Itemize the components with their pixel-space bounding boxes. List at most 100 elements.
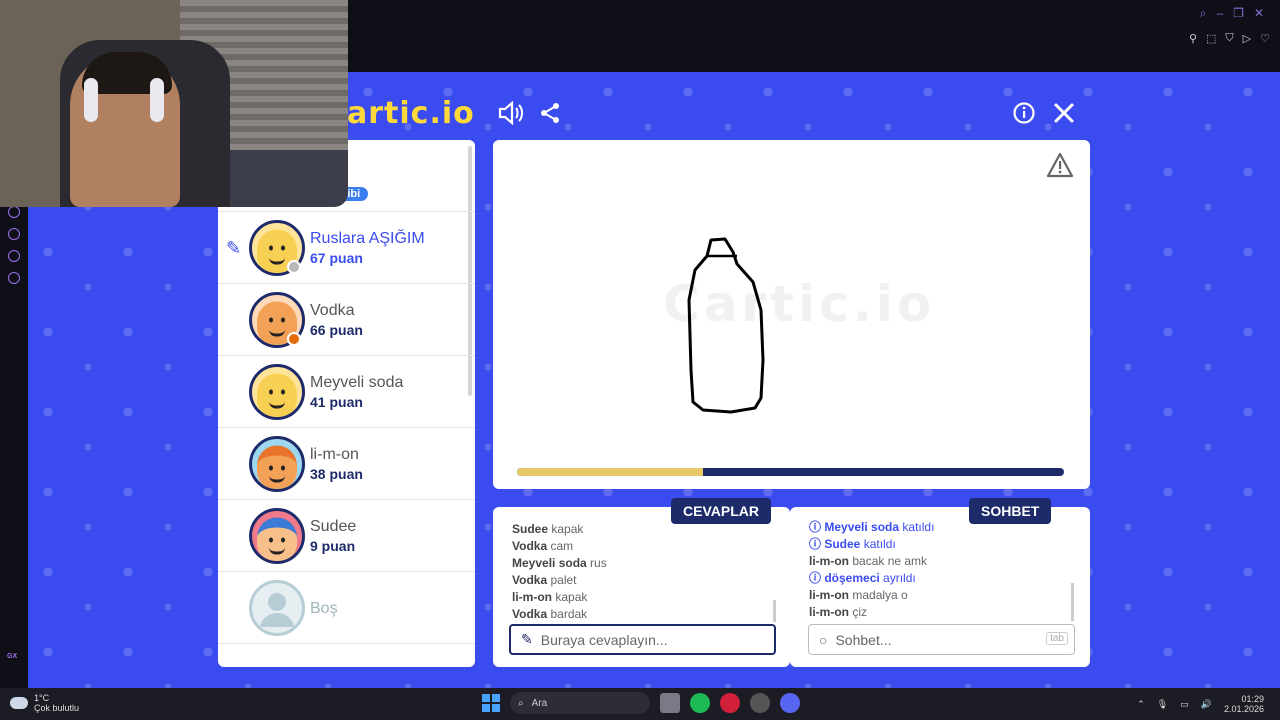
taskbar-search[interactable]: ⌕ Ara [510, 692, 650, 714]
status-dot [287, 260, 301, 274]
list-item: Vodka cam [512, 539, 574, 553]
player-name: Sudee [310, 518, 357, 535]
list-item: Meyveli soda rus [512, 556, 607, 570]
list-item: li-m-on çiz [809, 605, 868, 619]
discord-icon[interactable] [780, 693, 800, 713]
avatar-face [257, 373, 297, 417]
report-warning-icon[interactable] [1046, 152, 1074, 178]
player-row[interactable]: Sudee 9 puan [218, 500, 475, 572]
opera-gx-icon[interactable] [720, 693, 740, 713]
chat-placeholder: Sohbet... [835, 631, 892, 648]
obs-icon[interactable] [750, 693, 770, 713]
player-row[interactable]: ✎ Ruslara AŞIĞIM 67 puan [218, 212, 475, 284]
microphone-icon[interactable]: 🎙 [1157, 699, 1168, 710]
clock[interactable]: 01:29 2.01.2026 [1224, 694, 1264, 714]
player-row[interactable]: li-m-on 38 puan [218, 428, 475, 500]
chat-scrollbar[interactable] [1071, 583, 1074, 621]
list-item: li-m-on bacak ne amk [809, 554, 928, 568]
window-controls: ⌕ – ❐ ✕ [1200, 6, 1264, 21]
list-item: li-m-on kapak [512, 590, 588, 604]
round-timer-fill [517, 468, 703, 476]
shield-icon[interactable]: ⛉ [1225, 32, 1233, 45]
player-name: Vodka [310, 302, 355, 319]
cloud-icon [10, 697, 28, 709]
minimize-icon[interactable]: – [1216, 6, 1223, 21]
gx-label: GX [7, 653, 18, 660]
weather-text: Çok bulutlu [34, 703, 80, 713]
user-placeholder-icon [260, 593, 294, 627]
search-icon: ⌕ [518, 697, 524, 709]
chat-panel: SOHBET ⓘ Meyveli soda katıldı ⓘ Sudee ka… [790, 498, 1090, 667]
taskbar-apps: ⌕ Ara [482, 692, 800, 714]
tray-chevron-icon[interactable]: ⌃ [1137, 699, 1145, 710]
list-item: Sudee kapak [512, 522, 584, 536]
close-window-icon[interactable]: ✕ [1254, 6, 1264, 21]
temperature: 1°C [34, 693, 50, 703]
network-icon[interactable]: ▭ [1180, 699, 1189, 710]
list-item: ⓘ Sudee katıldı [809, 537, 896, 551]
drawing-pencil-icon: ✎ [226, 238, 242, 258]
pencil-icon: ✎ [521, 631, 533, 647]
chat-input[interactable]: ○ Sohbet... tab [808, 624, 1075, 655]
heart-icon[interactable]: ♡ [1260, 32, 1270, 45]
player-score: 41 puan [310, 394, 363, 410]
close-icon[interactable] [1053, 102, 1075, 124]
answers-panel: CEVAPLAR Sudee kapak Vodka cam Meyveli s… [493, 498, 790, 667]
answer-input[interactable]: ✎ Buraya cevaplayın... [509, 624, 776, 655]
avatar-face [257, 445, 297, 489]
answers-list: Sudee kapak Vodka cam Meyveli soda rus V… [512, 521, 770, 623]
list-item: ⓘ döşemeci ayrıldı [809, 571, 916, 585]
list-item: Vodka palet [512, 573, 577, 587]
player-row[interactable]: Meyveli soda 41 puan [218, 356, 475, 428]
empty-slot: Boş [218, 572, 475, 644]
answers-scrollbar[interactable] [773, 600, 776, 622]
chat-bubble-icon: ○ [819, 631, 828, 648]
desk [230, 150, 348, 207]
windows-start-icon[interactable] [482, 694, 500, 712]
player-name: Meyveli soda [310, 374, 404, 391]
extensions-icon[interactable] [8, 250, 20, 262]
answer-placeholder: Buraya cevaplayın... [540, 631, 668, 648]
play-icon[interactable]: ▷ [1243, 32, 1251, 45]
taskbar: 1°C Çok bulutlu ⌕ Ara ⌃ 🎙 ▭ 🔊 01:29 2.01… [0, 688, 1280, 720]
drawing-canvas[interactable]: Cartic.io [493, 140, 1090, 489]
headset-right [150, 78, 164, 122]
weather-widget[interactable]: 1°C Çok bulutlu [10, 693, 79, 713]
player-score: 9 puan [310, 538, 356, 554]
volume-icon[interactable]: 🔊 [1201, 699, 1212, 710]
list-item: li-m-on madalya o [809, 588, 908, 602]
share-icon[interactable] [539, 102, 561, 124]
sidebar-add-icon[interactable] [8, 206, 20, 218]
search-label: Ara [531, 697, 548, 709]
round-timer-bar [517, 468, 1064, 476]
system-tray: ⌃ 🎙 ▭ 🔊 01:29 2.01.2026 [1137, 694, 1264, 714]
player-score: 66 puan [310, 322, 363, 338]
player-name: Ruslara AŞIĞIM [310, 230, 425, 247]
spotify-icon[interactable] [690, 693, 710, 713]
chat-list: ⓘ Meyveli soda katıldı ⓘ Sudee katıldı l… [809, 519, 1070, 621]
player-score: 38 puan [310, 466, 363, 482]
search-icon[interactable]: ⌕ [1200, 6, 1207, 21]
browser-toolbar: ⚲ ⬚ ⛉ ▷ ♡ [1189, 32, 1270, 45]
player-score: 67 puan [310, 250, 363, 266]
players-panel: an a Sahibi ✎ Ruslara AŞIĞIM 67 puan Vod… [218, 140, 475, 667]
date: 2.01.2026 [1223, 704, 1264, 714]
screenshot-icon[interactable]: ⬚ [1206, 32, 1216, 45]
status-dot [287, 332, 301, 346]
drawing-bottle [687, 237, 765, 414]
headset-left [84, 78, 98, 122]
list-item: ⓘ Meyveli soda katıldı [809, 520, 935, 534]
sound-icon[interactable] [498, 101, 524, 125]
restore-icon[interactable]: ❐ [1233, 6, 1244, 21]
player-row[interactable]: Vodka 66 puan [218, 284, 475, 356]
settings-icon[interactable] [8, 272, 20, 284]
history-icon[interactable] [8, 228, 20, 240]
avatar [249, 508, 305, 564]
avatar [249, 364, 305, 420]
pin-icon[interactable]: ⚲ [1189, 32, 1197, 45]
info-icon[interactable] [1013, 102, 1035, 124]
player-name: li-m-on [310, 446, 359, 463]
list-item: Vodka bardak [512, 607, 588, 621]
file-explorer-icon[interactable] [660, 693, 680, 713]
webcam-overlay [0, 0, 348, 207]
